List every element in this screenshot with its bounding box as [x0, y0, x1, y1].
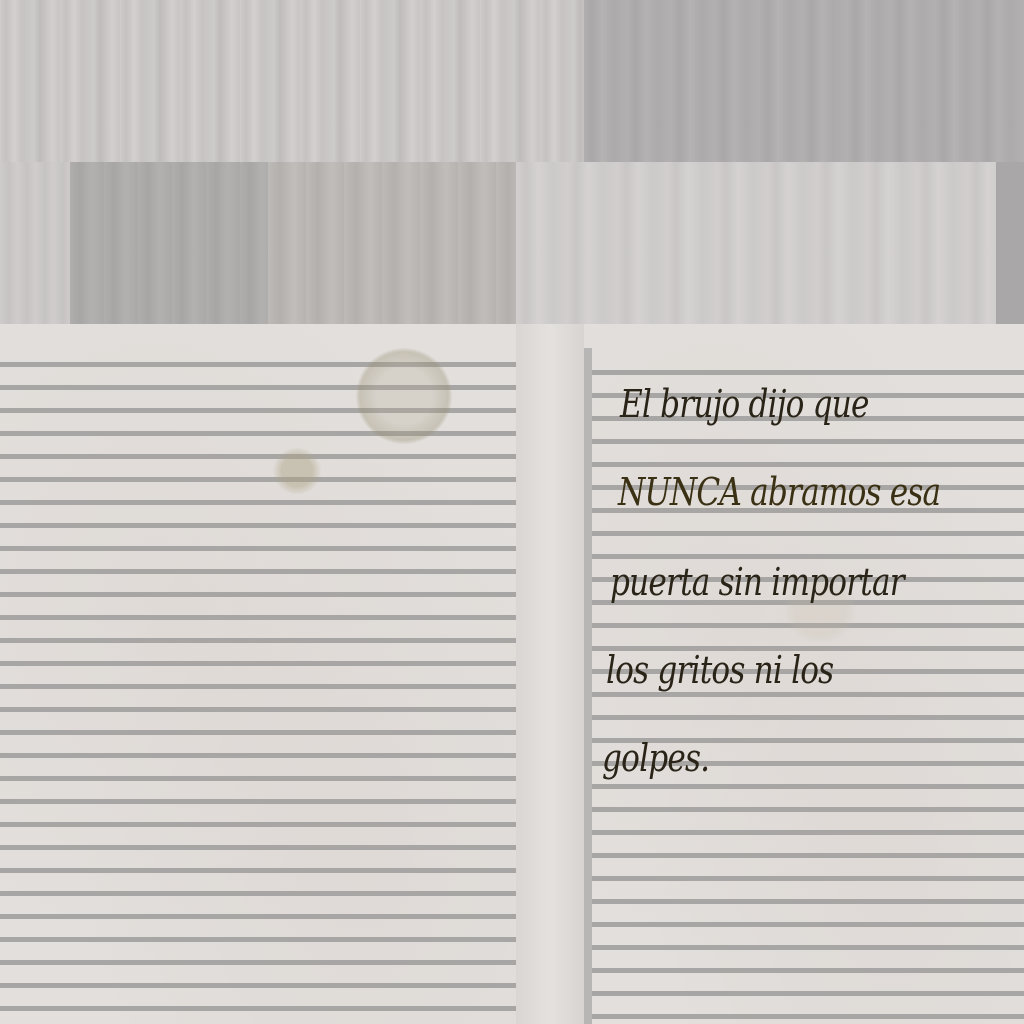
handwritten-line-3: puerta sin importar [610, 560, 905, 604]
texture-strip-corner [996, 162, 1024, 324]
texture-strip-mid-left-c [268, 162, 516, 324]
coffee-stain [356, 348, 452, 444]
texture-strip-mid-left-a [0, 162, 70, 324]
texture-strip-mid-left-b [70, 162, 268, 324]
ruled-lines [0, 344, 516, 1024]
coffee-stain-small [272, 448, 322, 494]
handwritten-line-2: NUNCA abramos esa [618, 470, 941, 514]
handwritten-line-5: golpes. [602, 736, 710, 780]
texture-strip-mid-right [516, 162, 1024, 324]
texture-strip-top-left [0, 0, 584, 162]
notebook-page-left [0, 324, 516, 1024]
handwritten-line-4: los gritos ni los [606, 648, 834, 692]
page-edge [584, 348, 592, 1024]
texture-strip-top-right [584, 0, 1024, 162]
handwritten-line-1: El brujo dijo que [620, 382, 869, 426]
page-gutter [516, 324, 584, 1024]
